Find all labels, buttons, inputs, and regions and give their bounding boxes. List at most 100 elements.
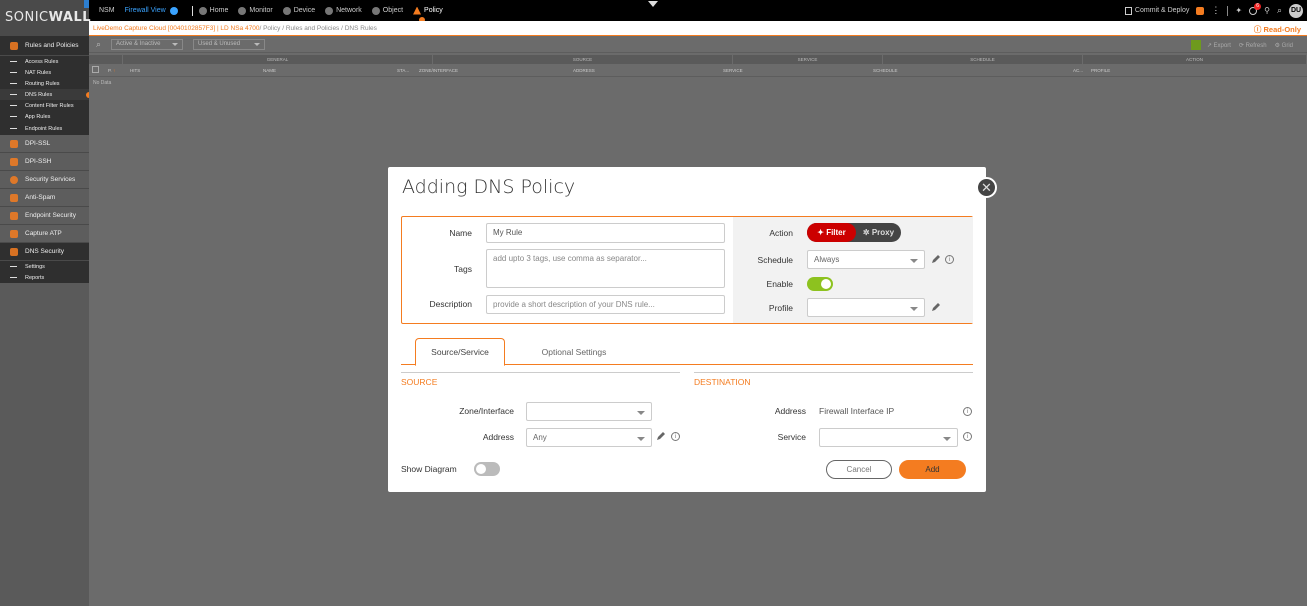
edit-profile-icon[interactable] — [931, 302, 941, 312]
sidebar-section-anti-spam[interactable]: Anti-Spam — [0, 189, 89, 207]
col-address[interactable]: ADDRESS — [570, 68, 720, 73]
zone-interface-select[interactable] — [526, 402, 652, 421]
chevron-down-icon[interactable] — [648, 1, 658, 7]
checkmark-icon[interactable] — [1190, 40, 1201, 50]
edit-schedule-icon[interactable] — [931, 254, 941, 264]
usage-filter-dropdown[interactable]: Used & Unused — [193, 38, 266, 50]
nav-object[interactable]: Object — [371, 6, 404, 15]
col-action[interactable]: AC... — [1070, 68, 1088, 73]
tab-optional-settings[interactable]: Optional Settings — [519, 338, 629, 365]
sidebar-section-label: DPI-SSH — [25, 158, 52, 165]
source-address-info-icon[interactable]: i — [671, 432, 680, 441]
add-button[interactable]: Add — [899, 460, 966, 479]
sidebar-section-endpoint-security[interactable]: Endpoint Security — [0, 207, 89, 225]
nav-policy[interactable]: Policy — [413, 6, 443, 15]
table-header: P. ↑ HITS NAME STA... ZONE/INTERFACE ADD… — [89, 64, 1307, 77]
firewall-view-label: Firewall View — [124, 7, 166, 14]
capture-icon[interactable] — [1196, 6, 1205, 15]
sidebar-section-label: Rules and Policies — [25, 42, 79, 49]
destination-address-info-icon[interactable]: i — [963, 407, 972, 416]
col-zone-interface[interactable]: ZONE/INTERFACE — [416, 68, 570, 73]
action-filter-option[interactable]: ✦ Filter — [807, 223, 856, 242]
sidebar-item-app-rules[interactable]: App Rules — [0, 111, 89, 122]
tab-optional-settings-label: Optional Settings — [541, 346, 607, 357]
schedule-select[interactable]: Always — [807, 250, 925, 269]
enable-toggle[interactable] — [807, 277, 833, 291]
action-segmented-control: ✦ Filter ✲ Proxy — [807, 223, 901, 242]
col-service[interactable]: SERVICE — [720, 68, 870, 73]
sidebar-item-dns-rules[interactable]: DNS Rules — [0, 89, 89, 100]
nav-firewall-view[interactable]: Firewall View — [124, 6, 178, 15]
sidebar-section-dpi-ssl[interactable]: DPI-SSL — [0, 135, 89, 153]
nav-nsm[interactable]: NSM — [99, 7, 115, 14]
sidebar-item-access-rules[interactable]: Access Rules — [0, 56, 89, 67]
col-hits[interactable]: HITS — [127, 68, 260, 73]
nav-network[interactable]: Network — [325, 6, 362, 15]
nav-home[interactable]: Home — [198, 6, 229, 15]
device-icon — [282, 6, 291, 15]
sidebar-item-content-filter-rules[interactable]: Content Filter Rules — [0, 100, 89, 111]
col-profile[interactable]: PROFILE — [1088, 68, 1307, 73]
search-icon[interactable]: ⌕ — [96, 39, 101, 50]
avatar[interactable]: DU — [1289, 3, 1303, 18]
object-icon — [371, 6, 380, 15]
network-icon — [325, 6, 334, 15]
collapse-sidebar-toggle[interactable] — [84, 0, 89, 8]
col-status[interactable]: STA... — [394, 68, 416, 73]
location-icon[interactable]: ⚲ — [1264, 6, 1270, 15]
name-input[interactable]: My Rule — [486, 223, 725, 243]
status-filter-dropdown[interactable]: Active & Inactive — [111, 38, 184, 50]
source-address-select[interactable]: Any — [526, 428, 652, 447]
show-diagram-toggle[interactable] — [474, 462, 500, 476]
sidebar-section-rules[interactable]: Rules and Policies — [0, 36, 89, 56]
breadcrumb-device[interactable]: LiveDemo Capture Cloud [0040102857F3] | … — [93, 25, 259, 32]
more-menu-icon[interactable]: ⋮ — [1211, 5, 1220, 16]
refresh-button[interactable]: ⟳ Refresh — [1239, 42, 1267, 49]
sidebar-item-routing-rules[interactable]: Routing Rules — [0, 78, 89, 89]
cancel-button[interactable]: Cancel — [826, 460, 892, 479]
col-schedule[interactable]: SCHEDULE — [870, 68, 1070, 73]
sidebar-section-dns-security[interactable]: DNS Security — [0, 243, 89, 261]
sidebar-section-dpi-ssh[interactable]: DPI-SSH — [0, 153, 89, 171]
export-button[interactable]: ↗ Export — [1207, 42, 1231, 49]
sidebar-section-security-services[interactable]: Security Services — [0, 171, 89, 189]
nav-device[interactable]: Device — [282, 6, 315, 15]
tab-source-service[interactable]: Source/Service — [415, 338, 505, 366]
service-label: Service — [777, 432, 806, 442]
show-diagram-label: Show Diagram — [401, 464, 457, 474]
chevron-down-icon — [637, 411, 645, 415]
shield-icon — [10, 175, 18, 184]
sidebar-item-nat-rules[interactable]: NAT Rules — [0, 67, 89, 78]
sidebar-item-reports[interactable]: Reports — [0, 272, 89, 283]
grid-button[interactable]: ⚙ Grid — [1275, 42, 1293, 49]
sidebar: Rules and Policies Access Rules NAT Rule… — [0, 36, 89, 606]
action-proxy-option[interactable]: ✲ Proxy — [856, 223, 901, 242]
nav-monitor[interactable]: Monitor — [238, 6, 273, 15]
col-priority[interactable]: P. ↑ — [105, 68, 127, 73]
service-info-icon[interactable]: i — [963, 432, 972, 441]
profile-select[interactable] — [807, 298, 925, 317]
source-address-label: Address — [482, 432, 514, 442]
dpi-ssh-icon — [10, 157, 18, 166]
alerts-button[interactable]: 6 — [1249, 2, 1262, 15]
wand-icon[interactable]: ✦ — [1235, 6, 1242, 15]
tags-input[interactable]: add upto 3 tags, use comma as separator.… — [486, 249, 725, 288]
sidebar-item-endpoint-rules[interactable]: Endpoint Rules — [0, 122, 89, 135]
schedule-info-icon[interactable]: i — [945, 255, 954, 264]
dialog-title: Adding DNS Policy — [402, 176, 576, 198]
col-name[interactable]: NAME — [260, 68, 394, 73]
search-icon[interactable]: ⌕ — [1277, 5, 1282, 16]
destination-divider — [694, 372, 973, 373]
commit-deploy-button[interactable]: Commit & Deploy — [1124, 6, 1189, 15]
edit-address-icon[interactable] — [656, 431, 666, 441]
sidebar-section-capture-atp[interactable]: Capture ATP — [0, 225, 89, 243]
nav-object-label: Object — [382, 7, 404, 14]
firewall-view-icon — [169, 6, 178, 15]
select-all-checkbox[interactable] — [92, 66, 99, 73]
description-input[interactable]: provide a short description of your DNS … — [486, 295, 725, 314]
nav-home-label: Home — [209, 7, 229, 14]
service-select[interactable] — [819, 428, 958, 447]
logo-area: SONICWALL — [0, 0, 91, 36]
close-dialog-button[interactable]: ✕ — [976, 177, 997, 198]
sidebar-item-settings[interactable]: Settings — [0, 261, 89, 272]
